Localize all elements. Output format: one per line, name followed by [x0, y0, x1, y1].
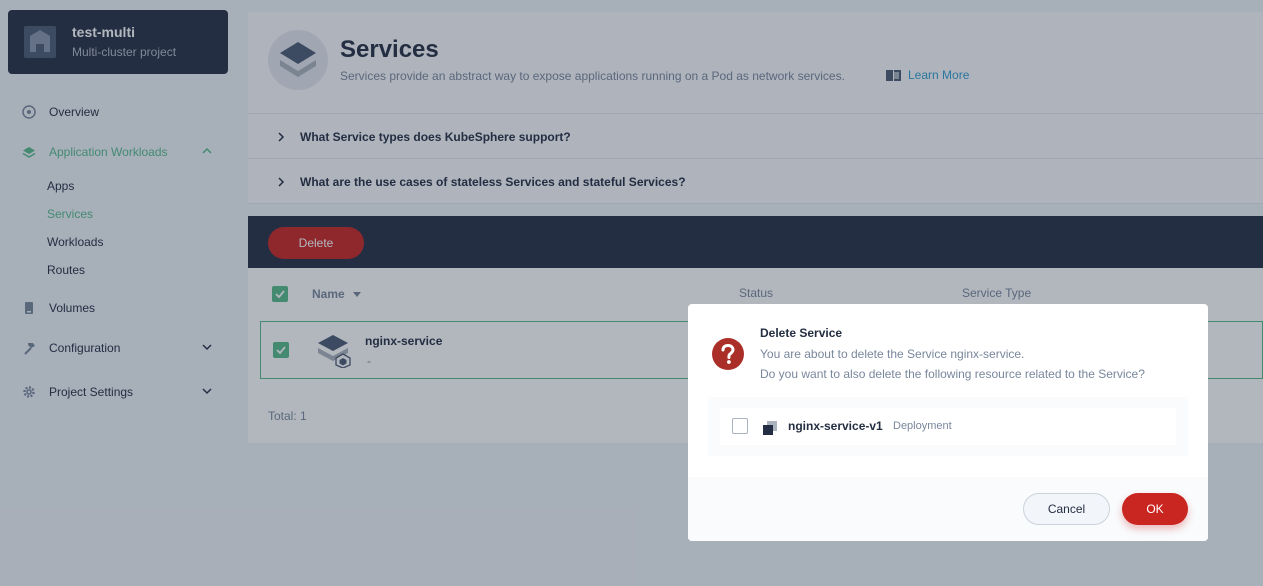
- deployment-icon: [763, 421, 777, 435]
- resource-checkbox[interactable]: [732, 418, 748, 434]
- delete-service-modal: Delete Service You are about to delete t…: [688, 304, 1208, 541]
- resource-type: Deployment: [893, 420, 952, 432]
- related-resources-list: nginx-service-v1 Deployment: [708, 397, 1188, 456]
- related-resource-item[interactable]: nginx-service-v1 Deployment: [720, 408, 1176, 445]
- modal-footer: Cancel OK: [688, 477, 1208, 541]
- question-icon: [712, 338, 744, 370]
- modal-question: Do you want to also delete the following…: [760, 367, 1145, 381]
- modal-message: You are about to delete the Service ngin…: [760, 347, 1025, 361]
- cancel-button[interactable]: Cancel: [1023, 493, 1110, 525]
- modal-title: Delete Service: [760, 326, 843, 340]
- resource-name: nginx-service-v1: [788, 419, 883, 433]
- ok-button[interactable]: OK: [1122, 493, 1188, 525]
